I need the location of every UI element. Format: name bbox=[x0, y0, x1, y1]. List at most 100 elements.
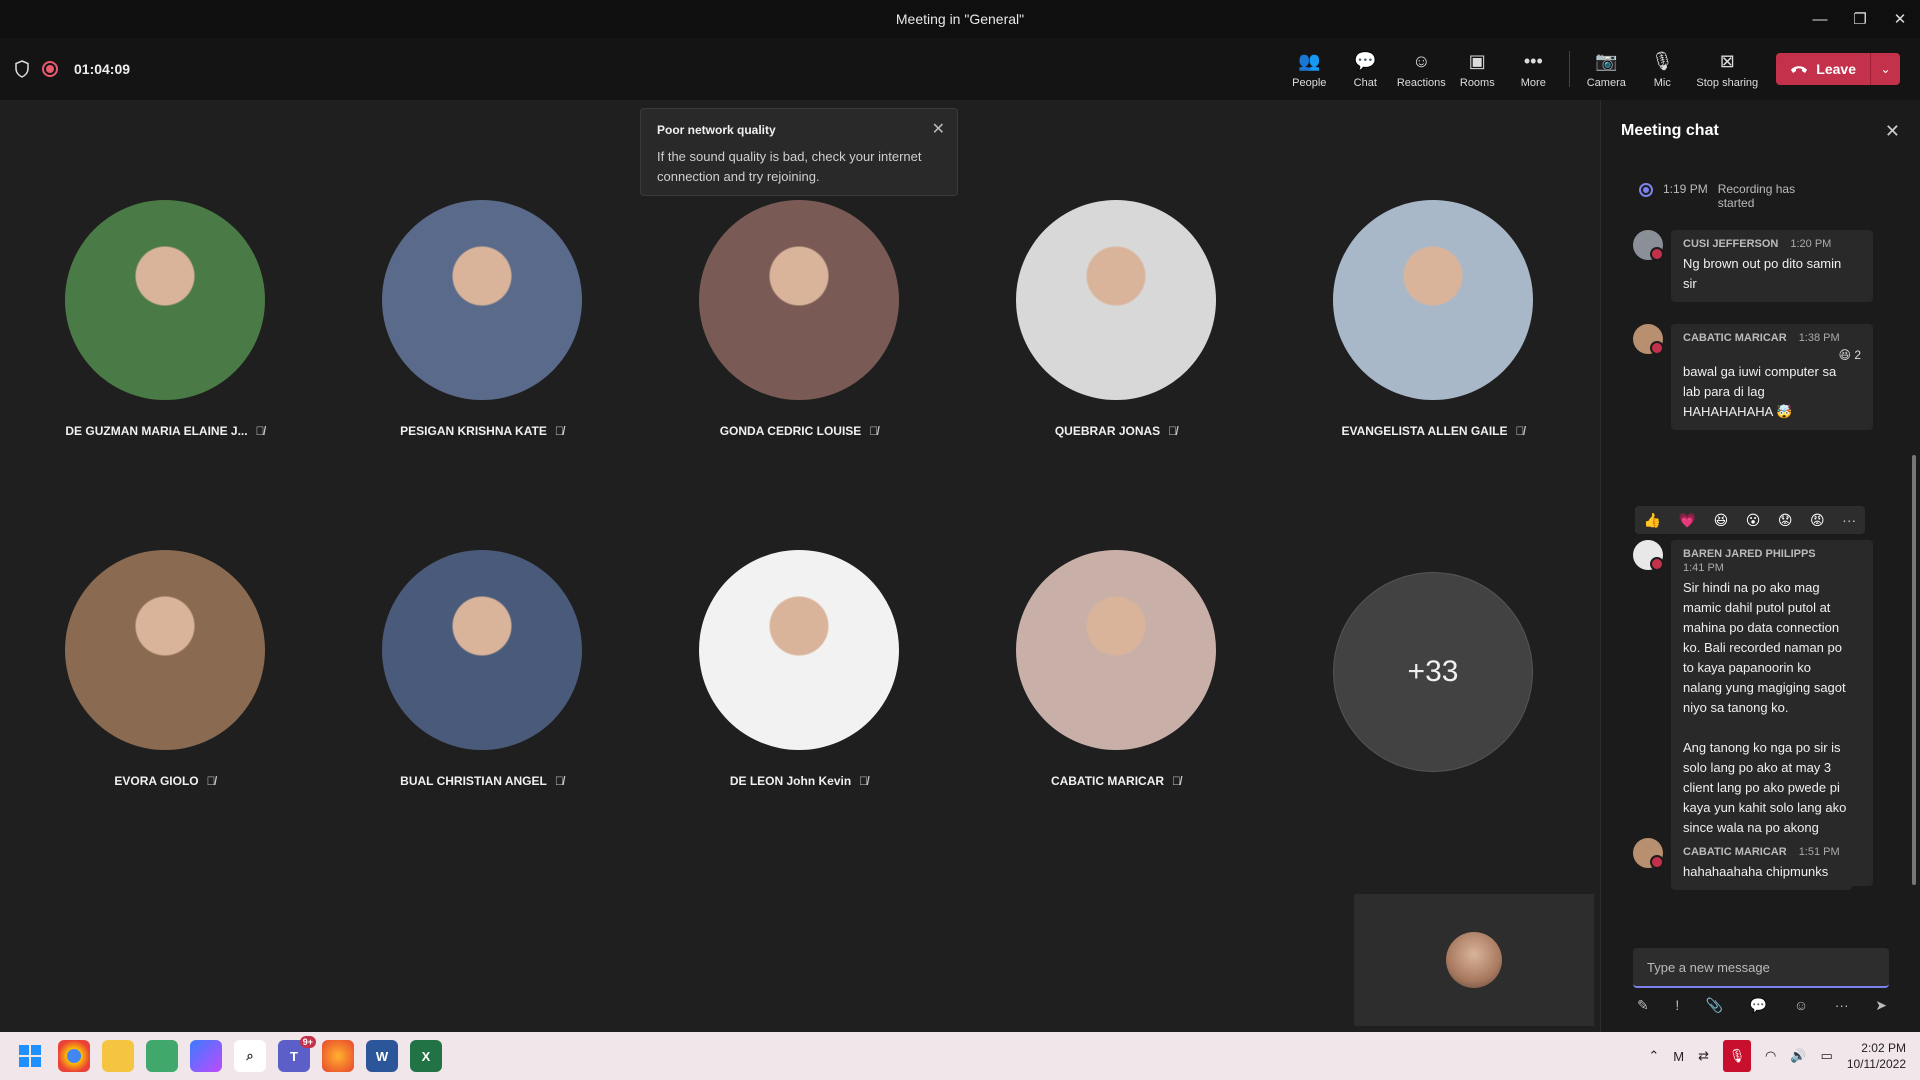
emoji-icon[interactable]: ☺ bbox=[1794, 997, 1808, 1014]
leave-button[interactable]: Leave bbox=[1776, 53, 1870, 85]
start-button[interactable] bbox=[14, 1040, 46, 1072]
participant-tile[interactable]: CABATIC MARICAR 🎙̸ bbox=[986, 550, 1246, 788]
angry-reaction[interactable]: 😡 bbox=[1810, 512, 1825, 529]
mic-in-use-icon[interactable]: 🎙 bbox=[1723, 1040, 1751, 1072]
stop-sharing-button[interactable]: ⊠ Stop sharing bbox=[1690, 50, 1764, 89]
toast-close-icon[interactable]: ✕ bbox=[932, 119, 945, 139]
chat-scrollbar[interactable] bbox=[1912, 455, 1916, 885]
participant-avatar bbox=[699, 200, 899, 400]
rooms-button[interactable]: ▣ Rooms bbox=[1449, 50, 1505, 89]
close-window-button[interactable]: ✕ bbox=[1880, 0, 1920, 38]
clock-time: 2:02 PM bbox=[1861, 1041, 1906, 1055]
chat-header: Meeting chat ✕ bbox=[1601, 100, 1920, 162]
wifi-icon[interactable]: ◠ bbox=[1765, 1048, 1776, 1064]
teams-icon[interactable]: T 9+ bbox=[278, 1036, 316, 1072]
more-options-icon[interactable]: ··· bbox=[1835, 997, 1849, 1014]
shield-icon[interactable] bbox=[14, 60, 30, 78]
title-bar: Meeting in "General" — ❐ ✕ bbox=[0, 0, 1920, 38]
chat-message[interactable]: CABATIC MARICAR 1:51 PM hahahaahaha chipm… bbox=[1633, 838, 1873, 890]
participant-avatar bbox=[65, 200, 265, 400]
chatgpt-icon[interactable] bbox=[146, 1040, 178, 1072]
volume-icon[interactable]: 🔊 bbox=[1790, 1048, 1806, 1064]
avatar bbox=[1633, 324, 1664, 355]
participant-tile[interactable]: PESIGAN KRISHNA KATE 🎙̸ bbox=[352, 200, 612, 438]
minimize-button[interactable]: — bbox=[1800, 0, 1840, 38]
reactions-label: Reactions bbox=[1396, 76, 1446, 89]
priority-icon[interactable]: ! bbox=[1675, 997, 1679, 1014]
meeting-status: 01:04:09 bbox=[14, 38, 130, 100]
message-text: Sir hindi na po ako mag mamic dahil puto… bbox=[1683, 580, 1847, 875]
people-button[interactable]: 👥 People bbox=[1281, 50, 1337, 89]
chat-message[interactable]: BAREN JARED PHILIPPS 1:41 PM Sir hindi na… bbox=[1633, 540, 1873, 886]
reaction-count[interactable]: 😆 2 bbox=[1683, 348, 1861, 362]
more-button[interactable]: ••• More bbox=[1505, 50, 1561, 89]
more-reactions-icon[interactable]: ··· bbox=[1842, 512, 1856, 528]
message-bubble: BAREN JARED PHILIPPS 1:41 PM Sir hindi na… bbox=[1671, 540, 1873, 886]
mic-off-icon: 🎙̸ bbox=[1168, 424, 1178, 438]
overflow-participants-tile[interactable]: +33 bbox=[1303, 572, 1563, 772]
surprised-reaction[interactable]: 😮 bbox=[1746, 512, 1761, 529]
sync-icon[interactable]: ⇄ bbox=[1698, 1048, 1709, 1064]
format-icon[interactable]: ✎ bbox=[1637, 997, 1649, 1014]
laugh-reaction[interactable]: 😆 bbox=[1714, 512, 1729, 529]
gmail-icon[interactable]: M bbox=[1673, 1049, 1684, 1064]
search-icon[interactable]: ⌕ bbox=[234, 1040, 266, 1072]
message-compose-box[interactable]: Type a new message bbox=[1633, 948, 1889, 988]
mic-off-icon: 🎙̸ bbox=[1515, 424, 1525, 438]
participant-name: QUEBRAR JONAS bbox=[1054, 424, 1161, 438]
participant-tile[interactable]: EVORA GIOLO 🎙̸ bbox=[35, 550, 295, 788]
message-sender: CABATIC MARICAR bbox=[1683, 846, 1787, 858]
chat-message[interactable]: CUSI JEFFERSON 1:20 PM Ng brown out po di… bbox=[1633, 230, 1873, 302]
restore-button[interactable]: ❐ bbox=[1840, 0, 1880, 38]
chat-message[interactable]: CABATIC MARICAR 1:38 PM 😆 2 bawal ga iuwi… bbox=[1633, 324, 1873, 430]
clock-date: 10/11/2022 bbox=[1846, 1057, 1906, 1071]
toolbar-divider bbox=[1569, 51, 1571, 87]
self-avatar bbox=[1446, 932, 1502, 988]
message-sender: BAREN JARED PHILIPPS bbox=[1683, 548, 1816, 560]
messenger-icon[interactable] bbox=[190, 1040, 222, 1072]
meeting-stage: Poor network quality If the sound qualit… bbox=[0, 100, 1598, 1032]
taskbar: ⌕ T 9+ W X ⌃ M ⇄ 🎙 ◠ 🔊 ▭ 2:02 PM 10/11/20… bbox=[0, 1032, 1920, 1080]
battery-icon[interactable]: ▭ bbox=[1821, 1048, 1833, 1064]
chevron-up-icon[interactable]: ⌃ bbox=[1648, 1048, 1659, 1064]
participant-tile[interactable]: DE GUZMAN MARIA ELAINE J... 🎙̸ bbox=[35, 200, 295, 438]
message-sender: CUSI JEFFERSON bbox=[1683, 238, 1779, 250]
mic-off-icon: 🎙̸ bbox=[206, 774, 216, 788]
firefox-icon[interactable] bbox=[322, 1040, 354, 1072]
camera-button[interactable]: 📷 Camera bbox=[1578, 50, 1634, 89]
participant-tile[interactable]: DE LEON John Kevin 🎙̸ bbox=[669, 550, 929, 788]
heart-reaction[interactable]: 💗 bbox=[1679, 512, 1696, 529]
window-controls: — ❐ ✕ bbox=[1800, 0, 1920, 38]
participant-name-row: GONDA CEDRIC LOUISE 🎙̸ bbox=[669, 424, 929, 438]
chat-button[interactable]: 💬 Chat bbox=[1337, 50, 1393, 89]
participant-name-row: EVORA GIOLO 🎙̸ bbox=[35, 774, 295, 788]
close-chat-icon[interactable]: ✕ bbox=[1885, 121, 1900, 142]
send-icon[interactable]: ➤ bbox=[1875, 997, 1887, 1014]
mic-button[interactable]: 🎙 Mic bbox=[1634, 50, 1690, 89]
mic-off-icon: 🎙̸ bbox=[554, 424, 564, 438]
excel-icon[interactable]: X bbox=[410, 1040, 442, 1072]
attach-icon[interactable]: 📎 bbox=[1706, 997, 1723, 1014]
participant-tile[interactable]: QUEBRAR JONAS 🎙̸ bbox=[986, 200, 1246, 438]
leave-options-button[interactable]: ⌄ bbox=[1870, 53, 1900, 85]
avatar bbox=[1633, 540, 1664, 571]
system-text: Recording has started bbox=[1717, 182, 1796, 210]
chrome-icon[interactable] bbox=[58, 1040, 90, 1072]
sad-reaction[interactable]: 😟 bbox=[1778, 512, 1793, 529]
window-title: Meeting in "General" bbox=[895, 11, 1025, 27]
participant-tile[interactable]: BUAL CHRISTIAN ANGEL 🎙̸ bbox=[352, 550, 612, 788]
clock[interactable]: 2:02 PM 10/11/2022 bbox=[1847, 1040, 1906, 1072]
loop-icon[interactable]: 💬 bbox=[1750, 997, 1767, 1014]
file-explorer-icon[interactable] bbox=[102, 1040, 134, 1072]
like-reaction[interactable]: 👍 bbox=[1644, 512, 1661, 529]
message-time: 1:51 PM bbox=[1798, 846, 1840, 858]
chat-messages[interactable]: 1:19 PM Recording has started CUSI JEFFE… bbox=[1601, 166, 1920, 926]
participant-name-row: PESIGAN KRISHNA KATE 🎙̸ bbox=[352, 424, 612, 438]
self-view[interactable] bbox=[1354, 894, 1594, 1026]
participant-tile[interactable]: EVANGELISTA ALLEN GAILE 🎙̸ bbox=[1303, 200, 1563, 438]
word-icon[interactable]: W bbox=[366, 1040, 398, 1072]
reactions-button[interactable]: ☺ Reactions bbox=[1393, 50, 1449, 89]
participant-tile[interactable]: GONDA CEDRIC LOUISE 🎙̸ bbox=[669, 200, 929, 438]
mic-icon: 🎙 bbox=[1650, 51, 1674, 71]
chevron-down-icon: ⌄ bbox=[1880, 62, 1891, 76]
